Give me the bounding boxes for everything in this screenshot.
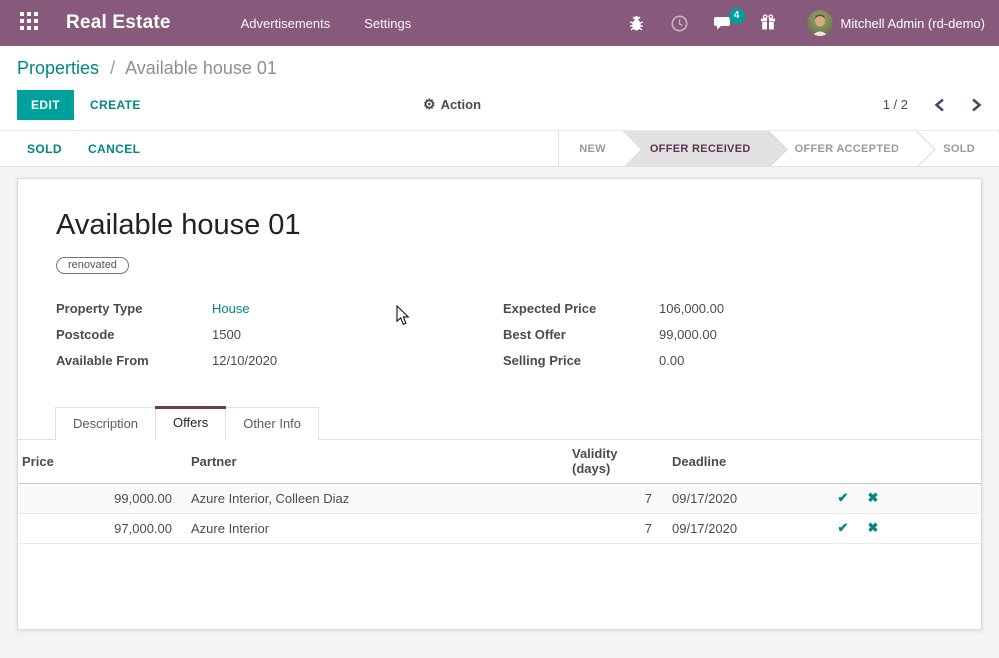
- debug-bug-icon[interactable]: [628, 14, 645, 32]
- best-offer-value: 99,000.00: [659, 327, 717, 342]
- control-panel: Properties / Available house 01 EDIT CRE…: [0, 46, 999, 130]
- menu-advertisements[interactable]: Advertisements: [241, 16, 331, 31]
- user-name-label: Mitchell Admin (rd-demo): [841, 16, 986, 31]
- field-label: Expected Price: [503, 301, 659, 316]
- accept-offer-icon[interactable]: ✔: [838, 490, 849, 505]
- offer-validity: 7: [568, 484, 656, 514]
- navbar-menu: Advertisements Settings: [241, 16, 412, 31]
- offer-deadline: 09/17/2020: [656, 514, 828, 544]
- top-navbar: Real Estate Advertisements Settings: [0, 0, 999, 46]
- selling-price-value: 0.00: [659, 353, 684, 368]
- action-menu-button[interactable]: ⚙ Action: [423, 96, 481, 113]
- notebook-tabs: Description Offers Other Info: [18, 406, 981, 440]
- systray: 4: [628, 10, 986, 36]
- create-button[interactable]: CREATE: [90, 98, 141, 112]
- tab-offers[interactable]: Offers: [155, 406, 226, 440]
- control-panel-buttons: EDIT CREATE ⚙ Action 1 / 2: [17, 89, 982, 120]
- offers-table: Price Partner Validity (days) Deadline 9…: [18, 440, 981, 544]
- statusbar-buttons: SOLD CANCEL: [0, 131, 140, 166]
- stage-new[interactable]: NEW: [559, 131, 624, 167]
- apps-menu-button[interactable]: [14, 8, 44, 38]
- field-label: Selling Price: [503, 353, 659, 368]
- gear-icon: ⚙: [423, 96, 436, 113]
- column-header-price[interactable]: Price: [18, 440, 176, 484]
- field-label: Postcode: [56, 327, 212, 342]
- stage-offer-received[interactable]: OFFER RECEIVED: [624, 131, 769, 167]
- breadcrumb-current: Available house 01: [125, 58, 277, 78]
- pager: 1 / 2: [883, 97, 982, 112]
- pager-previous-button[interactable]: [934, 98, 945, 112]
- column-header-deadline[interactable]: Deadline: [656, 440, 828, 484]
- menu-settings[interactable]: Settings: [364, 16, 411, 31]
- refuse-offer-icon[interactable]: ✖: [868, 520, 879, 535]
- gift-icon[interactable]: [759, 14, 777, 32]
- postcode-value: 1500: [212, 327, 241, 342]
- field-grid: Property Type House Postcode 1500 Availa…: [56, 301, 943, 379]
- offer-validity: 7: [568, 514, 656, 544]
- field-expected-price: Expected Price 106,000.00: [503, 301, 943, 316]
- field-best-offer: Best Offer 99,000.00: [503, 327, 943, 342]
- statusbar: SOLD CANCEL NEW OFFER RECEIVED OFFER ACC…: [0, 130, 999, 167]
- form-sheet: Available house 01 renovated Property Ty…: [17, 178, 982, 630]
- tag-renovated[interactable]: renovated: [56, 257, 129, 274]
- breadcrumb-properties-link[interactable]: Properties: [17, 58, 99, 78]
- field-available-from: Available From 12/10/2020: [56, 353, 503, 368]
- offer-deadline: 09/17/2020: [656, 484, 828, 514]
- breadcrumb-separator: /: [110, 58, 115, 78]
- breadcrumb: Properties / Available house 01: [17, 58, 982, 79]
- pager-count: 1 / 2: [883, 97, 908, 112]
- activities-clock-icon[interactable]: [671, 15, 688, 32]
- field-postcode: Postcode 1500: [56, 327, 503, 342]
- cancel-button[interactable]: CANCEL: [88, 142, 140, 156]
- offer-row[interactable]: 99,000.00 Azure Interior, Colleen Diaz 7…: [18, 484, 981, 514]
- field-selling-price: Selling Price 0.00: [503, 353, 943, 368]
- stage-offer-accepted[interactable]: OFFER ACCEPTED: [769, 131, 918, 167]
- column-header-partner[interactable]: Partner: [176, 440, 568, 484]
- offer-price: 99,000.00: [18, 484, 176, 514]
- offer-row[interactable]: 97,000.00 Azure Interior 7 09/17/2020 ✔ …: [18, 514, 981, 544]
- field-label: Best Offer: [503, 327, 659, 342]
- field-label: Property Type: [56, 301, 212, 316]
- user-menu[interactable]: Mitchell Admin (rd-demo): [807, 10, 986, 36]
- tags-row: renovated: [56, 255, 981, 274]
- offer-partner: Azure Interior, Colleen Diaz: [176, 484, 568, 514]
- edit-button[interactable]: EDIT: [17, 90, 74, 120]
- available-from-value: 12/10/2020: [212, 353, 277, 368]
- field-property-type: Property Type House: [56, 301, 503, 316]
- action-label: Action: [441, 97, 481, 112]
- fields-left-column: Property Type House Postcode 1500 Availa…: [56, 301, 503, 379]
- column-header-validity[interactable]: Validity (days): [568, 440, 656, 484]
- messages-icon[interactable]: 4: [714, 15, 733, 32]
- pager-next-button[interactable]: [971, 98, 982, 112]
- apps-grid-icon: [20, 12, 38, 35]
- offer-partner: Azure Interior: [176, 514, 568, 544]
- fields-right-column: Expected Price 106,000.00 Best Offer 99,…: [503, 301, 943, 379]
- accept-offer-icon[interactable]: ✔: [838, 520, 849, 535]
- property-type-link[interactable]: House: [212, 301, 250, 316]
- tab-description[interactable]: Description: [55, 407, 156, 440]
- tab-other-info[interactable]: Other Info: [225, 407, 319, 440]
- expected-price-value: 106,000.00: [659, 301, 724, 316]
- app-window: Real Estate Advertisements Settings: [0, 0, 999, 658]
- sold-button[interactable]: SOLD: [27, 142, 62, 156]
- content-area: Available house 01 renovated Property Ty…: [0, 167, 999, 656]
- app-brand-title[interactable]: Real Estate: [66, 12, 171, 34]
- offers-table-header: Price Partner Validity (days) Deadline: [18, 440, 981, 484]
- property-title: Available house 01: [56, 209, 981, 242]
- status-pipeline: NEW OFFER RECEIVED OFFER ACCEPTED SOLD: [558, 131, 999, 166]
- messages-count-badge[interactable]: 4: [729, 8, 745, 24]
- user-avatar: [807, 10, 833, 36]
- refuse-offer-icon[interactable]: ✖: [868, 490, 879, 505]
- offer-price: 97,000.00: [18, 514, 176, 544]
- field-label: Available From: [56, 353, 212, 368]
